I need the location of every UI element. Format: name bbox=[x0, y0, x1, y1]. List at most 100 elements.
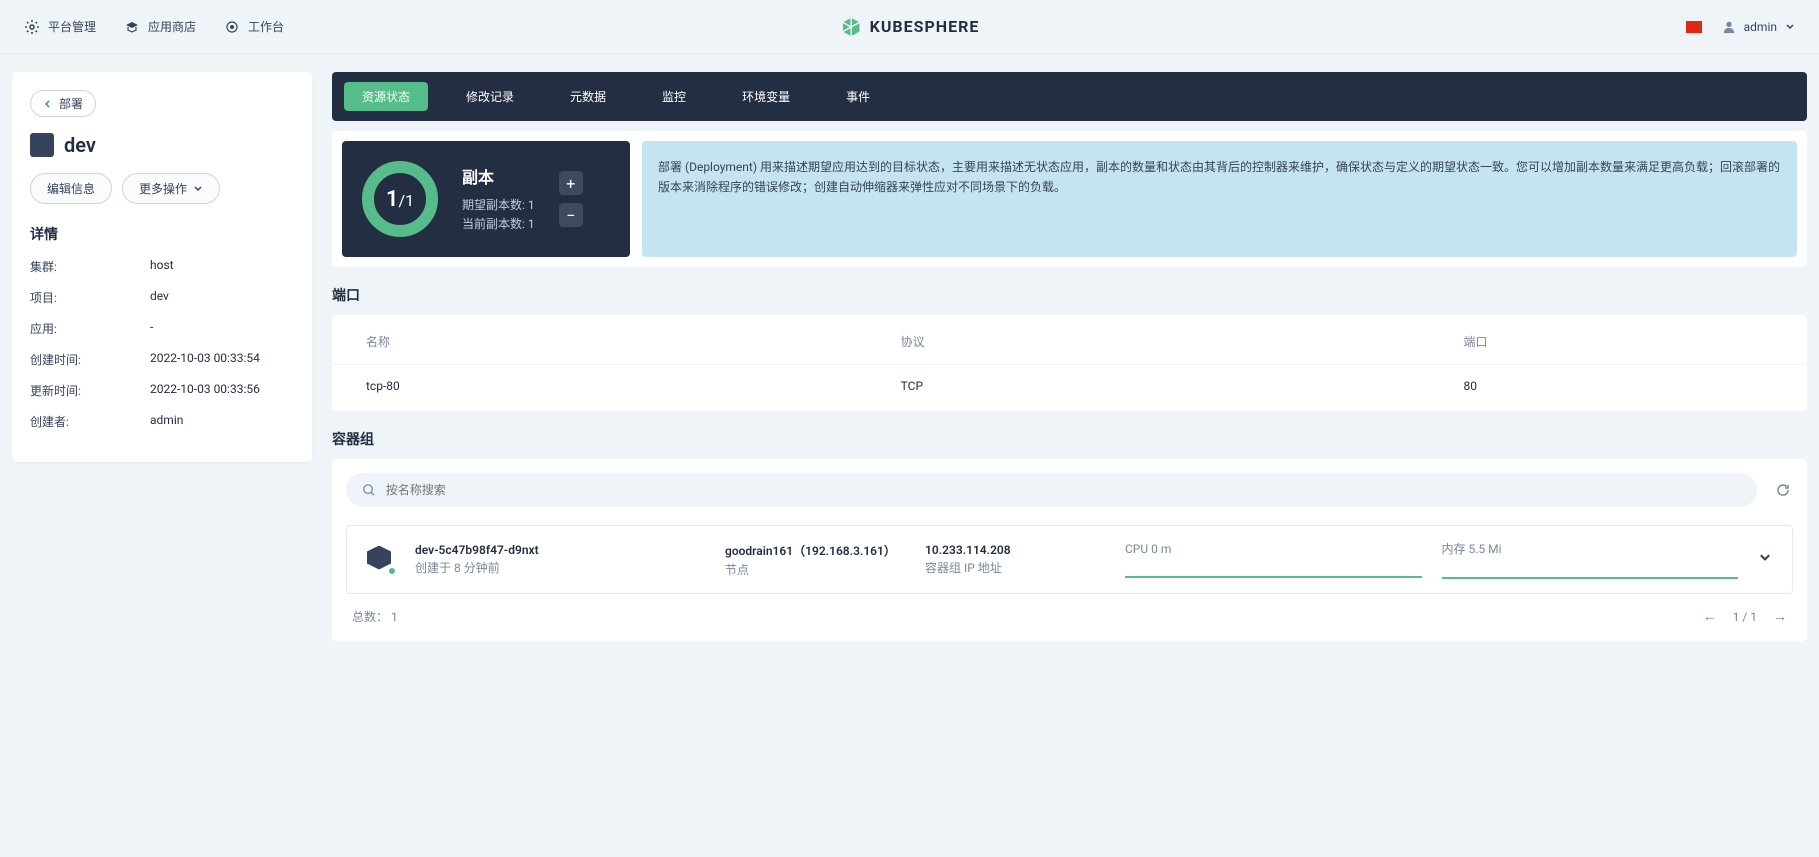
next-page[interactable]: → bbox=[1773, 608, 1787, 625]
back-label: 部署 bbox=[59, 95, 83, 112]
pager-controls: ← 1 / 1 → bbox=[1703, 608, 1787, 625]
ports-title: 端口 bbox=[332, 285, 1807, 305]
search-bar[interactable] bbox=[346, 473, 1757, 507]
replica-current: 1 bbox=[386, 187, 399, 212]
tabs: 资源状态 修改记录 元数据 监控 环境变量 事件 bbox=[332, 72, 1807, 121]
ports-table: 名称 协议 端口 tcp-80 TCP 80 bbox=[332, 315, 1807, 411]
cpu-label: CPU 0 m bbox=[1125, 542, 1422, 556]
pod-created: 创建于 8 分钟前 bbox=[415, 559, 705, 576]
nav-platform-label: 平台管理 bbox=[48, 18, 96, 35]
replica-info: 副本 期望副本数: 1 当前副本数: 1 bbox=[462, 164, 535, 234]
kubesphere-icon bbox=[840, 16, 862, 38]
flag-icon[interactable] bbox=[1686, 21, 1702, 33]
user-icon bbox=[1722, 20, 1736, 34]
logo[interactable]: KUBESPHERE bbox=[840, 16, 980, 38]
detail-sidebar: 部署 dev 编辑信息 更多操作 详情 集群:host 项目:dev 应用:- … bbox=[12, 72, 312, 462]
tab-monitoring[interactable]: 监控 bbox=[644, 82, 704, 111]
refresh-button[interactable] bbox=[1773, 480, 1793, 500]
ports-row: tcp-80 TCP 80 bbox=[332, 365, 1807, 407]
pagination: 总数： 1 ← 1 / 1 → bbox=[346, 594, 1793, 627]
value: 2022-10-03 00:33:56 bbox=[150, 382, 260, 399]
scale-down-button[interactable]: − bbox=[559, 203, 583, 227]
user-menu[interactable]: admin bbox=[1722, 20, 1795, 34]
edit-label: 编辑信息 bbox=[47, 180, 95, 197]
tab-metadata[interactable]: 元数据 bbox=[552, 82, 624, 111]
col-protocol-header: 协议 bbox=[901, 333, 1464, 350]
nav-workbench-label: 工作台 bbox=[248, 18, 284, 35]
nav-left: 平台管理 应用商店 工作台 bbox=[24, 18, 284, 35]
pod-node-col: goodrain161（192.168.3.161） 节点 bbox=[725, 542, 905, 578]
status-dot bbox=[387, 566, 397, 576]
search-input[interactable] bbox=[386, 483, 1741, 497]
expand-button[interactable] bbox=[1758, 551, 1772, 568]
hat-icon bbox=[124, 19, 140, 35]
port-number: 80 bbox=[1463, 379, 1773, 393]
pod-name: dev-5c47b98f47-d9nxt bbox=[415, 543, 705, 557]
pod-node-label: 节点 bbox=[725, 561, 905, 578]
tab-env[interactable]: 环境变量 bbox=[724, 82, 808, 111]
more-button[interactable]: 更多操作 bbox=[122, 173, 220, 204]
edit-button[interactable]: 编辑信息 bbox=[30, 173, 112, 204]
label: 创建时间: bbox=[30, 351, 150, 368]
chevron-down-icon bbox=[1785, 22, 1795, 32]
nav-appstore[interactable]: 应用商店 bbox=[124, 18, 196, 35]
nav-right: admin bbox=[1686, 20, 1795, 34]
label: 项目: bbox=[30, 289, 150, 306]
label: 创建者: bbox=[30, 413, 150, 430]
detail-heading: 详情 bbox=[30, 224, 294, 244]
label: 应用: bbox=[30, 320, 150, 337]
value: admin bbox=[150, 413, 183, 430]
replica-total: /1 bbox=[398, 191, 414, 210]
action-buttons: 编辑信息 更多操作 bbox=[30, 173, 294, 204]
prev-page[interactable]: ← bbox=[1703, 608, 1717, 625]
tab-revisions[interactable]: 修改记录 bbox=[448, 82, 532, 111]
gear-icon bbox=[24, 19, 40, 35]
refresh-icon bbox=[1775, 482, 1791, 498]
deployment-icon bbox=[30, 133, 54, 157]
pods-title: 容器组 bbox=[332, 429, 1807, 449]
content-area: 资源状态 修改记录 元数据 监控 环境变量 事件 1/1 副本 期望副本数: 1… bbox=[332, 72, 1807, 641]
target-icon bbox=[224, 19, 240, 35]
nav-platform[interactable]: 平台管理 bbox=[24, 18, 96, 35]
value: - bbox=[150, 320, 153, 337]
cpu-sparkline bbox=[1125, 560, 1422, 578]
tab-events[interactable]: 事件 bbox=[828, 82, 888, 111]
pod-mem: 内存 5.5 Mi bbox=[1442, 540, 1739, 579]
nav-appstore-label: 应用商店 bbox=[148, 18, 196, 35]
user-name: admin bbox=[1744, 20, 1777, 34]
pods-card: dev-5c47b98f47-d9nxt 创建于 8 分钟前 goodrain1… bbox=[332, 459, 1807, 641]
pod-node: goodrain161（192.168.3.161） bbox=[725, 542, 905, 559]
scale-up-button[interactable]: + bbox=[559, 171, 583, 195]
pod-ip-col: 10.233.114.208 容器组 IP 地址 bbox=[925, 543, 1105, 576]
replica-current-line: 当前副本数: 1 bbox=[462, 215, 535, 232]
pod-ip: 10.233.114.208 bbox=[925, 543, 1105, 557]
tab-status[interactable]: 资源状态 bbox=[344, 82, 428, 111]
page-indicator: 1 / 1 bbox=[1733, 610, 1757, 624]
value: dev bbox=[150, 289, 169, 306]
search-icon bbox=[362, 483, 376, 497]
port-name: tcp-80 bbox=[366, 379, 901, 393]
chevron-down-icon bbox=[193, 184, 203, 194]
replica-card: 1/1 副本 期望副本数: 1 当前副本数: 1 + − bbox=[342, 141, 630, 257]
label: 更新时间: bbox=[30, 382, 150, 399]
ports-header: 名称 协议 端口 bbox=[332, 319, 1807, 365]
back-button[interactable]: 部署 bbox=[30, 90, 96, 117]
search-row bbox=[346, 473, 1793, 507]
pod-ip-label: 容器组 IP 地址 bbox=[925, 559, 1105, 576]
port-protocol: TCP bbox=[901, 379, 1464, 393]
more-label: 更多操作 bbox=[139, 180, 187, 197]
overview-section: 1/1 副本 期望副本数: 1 当前副本数: 1 + − 部署 (Deploym… bbox=[332, 131, 1807, 267]
pod-name-col: dev-5c47b98f47-d9nxt 创建于 8 分钟前 bbox=[415, 543, 705, 576]
detail-app: 应用:- bbox=[30, 320, 294, 337]
detail-cluster: 集群:host bbox=[30, 258, 294, 275]
pod-row[interactable]: dev-5c47b98f47-d9nxt 创建于 8 分钟前 goodrain1… bbox=[346, 525, 1793, 594]
nav-workbench[interactable]: 工作台 bbox=[224, 18, 284, 35]
top-nav: 平台管理 应用商店 工作台 KUBESPHERE admin bbox=[0, 0, 1819, 54]
total-label: 总数： bbox=[352, 610, 388, 624]
replica-ring: 1/1 bbox=[362, 161, 438, 237]
resource-title: dev bbox=[30, 133, 294, 157]
deployment-info: 部署 (Deployment) 用来描述期望应用达到的目标状态，主要用来描述无状… bbox=[642, 141, 1797, 257]
mem-label: 内存 5.5 Mi bbox=[1442, 540, 1739, 557]
mem-sparkline bbox=[1442, 561, 1739, 579]
total: 总数： 1 bbox=[352, 608, 398, 625]
